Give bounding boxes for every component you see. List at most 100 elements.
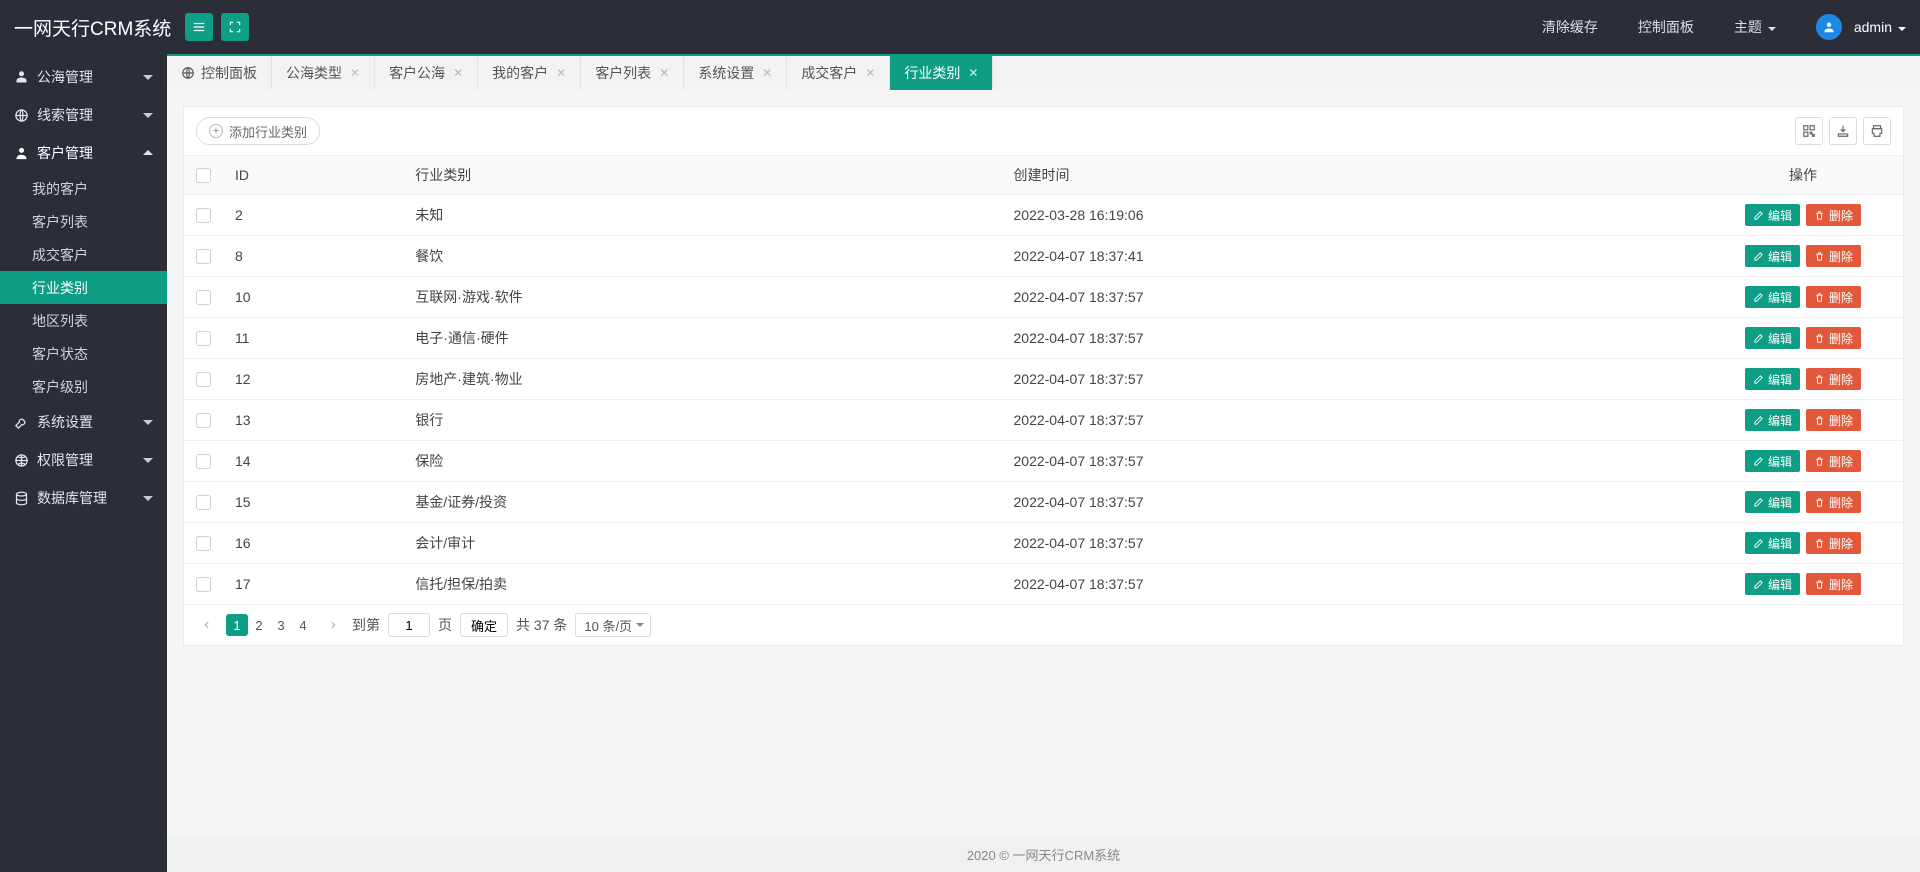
nav-item-2-6[interactable]: 客户级别: [0, 370, 167, 403]
tab-6[interactable]: 成交客户✕: [787, 56, 890, 90]
cell-created: 2022-04-07 18:37:57: [1002, 400, 1704, 441]
nav-item-2-4[interactable]: 地区列表: [0, 304, 167, 337]
nav-group-2[interactable]: 客户管理: [0, 134, 167, 172]
pager-page-4[interactable]: 4: [292, 614, 314, 636]
pager-page-3[interactable]: 3: [270, 614, 292, 636]
edit-button[interactable]: 编辑: [1745, 532, 1800, 554]
row-checkbox[interactable]: [196, 249, 211, 264]
delete-button[interactable]: 删除: [1806, 286, 1861, 308]
edit-button[interactable]: 编辑: [1745, 573, 1800, 595]
select-all-checkbox[interactable]: [196, 168, 211, 183]
delete-button[interactable]: 删除: [1806, 204, 1861, 226]
tab-1[interactable]: 公海类型✕: [272, 56, 375, 90]
theme-dropdown[interactable]: 主题: [1734, 17, 1776, 37]
chevron-down-icon: [143, 113, 153, 123]
table-row: 2未知2022-03-28 16:19:06编辑删除: [184, 195, 1903, 236]
control-panel-link[interactable]: 控制面板: [1638, 17, 1694, 37]
sidebar: 公海管理线索管理客户管理我的客户客户列表成交客户行业类别地区列表客户状态客户级别…: [0, 54, 167, 872]
nav-group-4[interactable]: 权限管理: [0, 441, 167, 479]
user-menu[interactable]: admin: [1854, 19, 1906, 35]
row-checkbox[interactable]: [196, 536, 211, 551]
nav-item-2-0[interactable]: 我的客户: [0, 172, 167, 205]
pager-size-select[interactable]: 10 条/页: [575, 613, 651, 637]
cell-id: 8: [223, 236, 403, 277]
cell-id: 12: [223, 359, 403, 400]
tab-label: 客户公海: [389, 63, 445, 83]
delete-button[interactable]: 删除: [1806, 368, 1861, 390]
tab-5[interactable]: 系统设置✕: [684, 56, 787, 90]
sidebar-toggle-button[interactable]: [185, 13, 213, 41]
nav-item-2-2[interactable]: 成交客户: [0, 238, 167, 271]
print-toolbar-button[interactable]: [1863, 117, 1891, 145]
nav-group-1[interactable]: 线索管理: [0, 96, 167, 134]
row-checkbox[interactable]: [196, 290, 211, 305]
close-icon[interactable]: ✕: [659, 67, 669, 79]
avatar: [1816, 14, 1842, 40]
edit-button[interactable]: 编辑: [1745, 491, 1800, 513]
edit-button[interactable]: 编辑: [1745, 450, 1800, 472]
tab-0[interactable]: 控制面板: [167, 56, 272, 90]
tab-7[interactable]: 行业类别✕: [890, 56, 993, 90]
pager-page-1[interactable]: 1: [226, 614, 248, 636]
pager-total: 共 37 条: [516, 615, 567, 635]
pager-prev[interactable]: [196, 614, 218, 636]
nav-group-label: 系统设置: [37, 412, 93, 432]
nav-item-2-3[interactable]: 行业类别: [0, 271, 167, 304]
export-toolbar-button[interactable]: [1829, 117, 1857, 145]
fullscreen-button[interactable]: [221, 13, 249, 41]
close-icon[interactable]: ✕: [556, 67, 566, 79]
delete-button[interactable]: 删除: [1806, 327, 1861, 349]
row-checkbox[interactable]: [196, 495, 211, 510]
delete-button[interactable]: 删除: [1806, 245, 1861, 267]
delete-label: 删除: [1829, 535, 1853, 552]
trash-icon: [1814, 579, 1829, 590]
edit-button[interactable]: 编辑: [1745, 327, 1800, 349]
trash-icon: [1814, 374, 1829, 385]
edit-button[interactable]: 编辑: [1745, 286, 1800, 308]
close-icon[interactable]: ✕: [350, 67, 360, 79]
clear-cache-link[interactable]: 清除缓存: [1542, 17, 1598, 37]
table-row: 16会计/审计2022-04-07 18:37:57编辑删除: [184, 523, 1903, 564]
row-checkbox[interactable]: [196, 372, 211, 387]
delete-button[interactable]: 删除: [1806, 491, 1861, 513]
edit-button[interactable]: 编辑: [1745, 204, 1800, 226]
delete-button[interactable]: 删除: [1806, 409, 1861, 431]
nav-group-label: 公海管理: [37, 67, 93, 87]
qr-toolbar-button[interactable]: [1795, 117, 1823, 145]
close-icon[interactable]: ✕: [968, 67, 978, 79]
nav-group-5[interactable]: 数据库管理: [0, 479, 167, 517]
table-row: 12房地产·建筑·物业2022-04-07 18:37:57编辑删除: [184, 359, 1903, 400]
pager-confirm-button[interactable]: 确定: [460, 613, 508, 637]
nav-group-3[interactable]: 系统设置: [0, 403, 167, 441]
delete-button[interactable]: 删除: [1806, 450, 1861, 472]
pager-goto-input[interactable]: [388, 613, 430, 637]
edit-label: 编辑: [1768, 576, 1792, 593]
row-checkbox[interactable]: [196, 208, 211, 223]
chevron-down-icon: [143, 420, 153, 430]
tab-4[interactable]: 客户列表✕: [581, 56, 684, 90]
trash-icon: [1814, 497, 1829, 508]
close-icon[interactable]: ✕: [762, 67, 772, 79]
row-checkbox[interactable]: [196, 577, 211, 592]
row-checkbox[interactable]: [196, 454, 211, 469]
nav-item-2-5[interactable]: 客户状态: [0, 337, 167, 370]
cell-category: 保险: [403, 441, 1001, 482]
delete-button[interactable]: 删除: [1806, 573, 1861, 595]
nav-group-0[interactable]: 公海管理: [0, 58, 167, 96]
edit-button[interactable]: 编辑: [1745, 409, 1800, 431]
trash-icon: [1814, 415, 1829, 426]
add-industry-button[interactable]: + 添加行业类别: [196, 117, 320, 145]
edit-button[interactable]: 编辑: [1745, 245, 1800, 267]
tab-2[interactable]: 客户公海 ✕: [375, 56, 478, 90]
pager-page-2[interactable]: 2: [248, 614, 270, 636]
close-icon[interactable]: ✕: [453, 67, 463, 79]
footer: 2020 © 一网天行CRM系统: [167, 836, 1920, 872]
delete-button[interactable]: 删除: [1806, 532, 1861, 554]
edit-button[interactable]: 编辑: [1745, 368, 1800, 390]
row-checkbox[interactable]: [196, 413, 211, 428]
pager-next[interactable]: [322, 614, 344, 636]
tab-3[interactable]: 我的客户✕: [478, 56, 581, 90]
close-icon[interactable]: ✕: [865, 67, 875, 79]
nav-item-2-1[interactable]: 客户列表: [0, 205, 167, 238]
row-checkbox[interactable]: [196, 331, 211, 346]
